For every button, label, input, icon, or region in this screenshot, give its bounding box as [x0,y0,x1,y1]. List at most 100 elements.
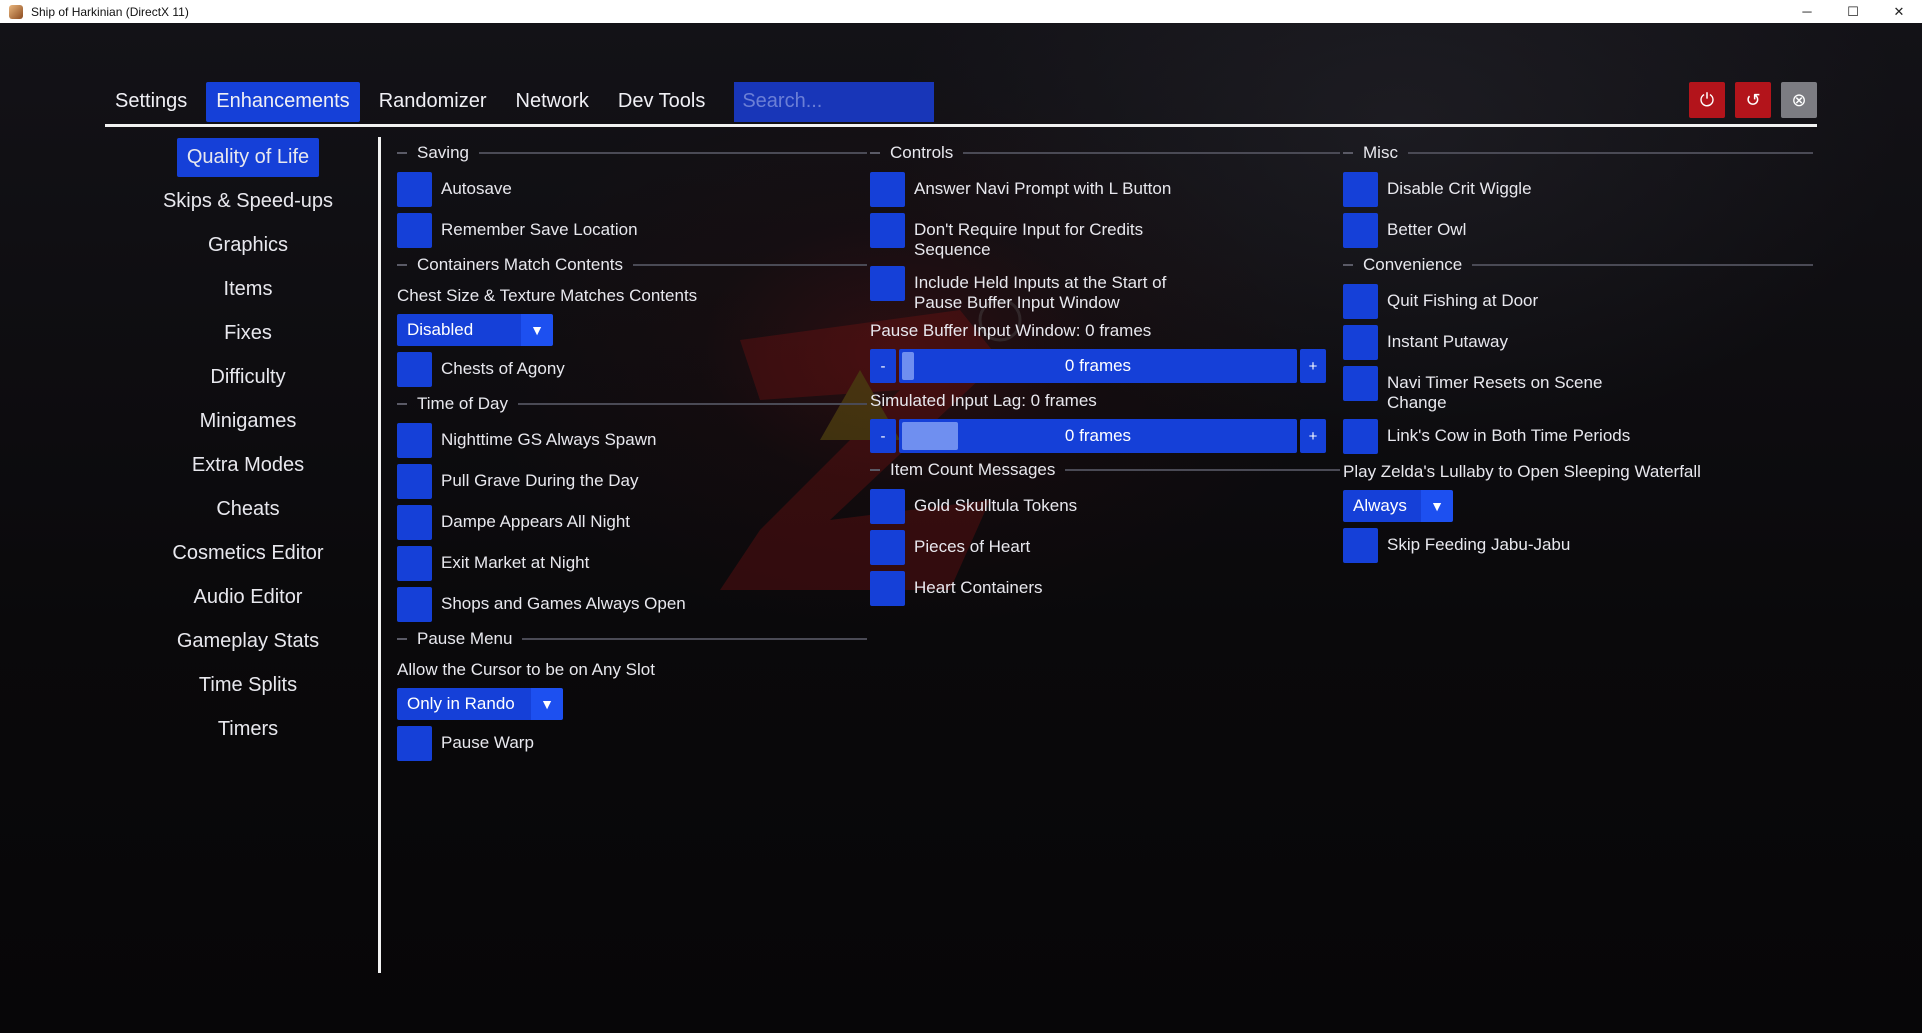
decrement-button[interactable]: - [870,419,896,453]
sidebar-item-fixes[interactable]: Fixes [148,313,348,353]
sidebar-item-skips[interactable]: Skips & Speed-ups [148,181,348,221]
pause-buffer-slider[interactable]: 0 frames [899,349,1297,383]
checkbox[interactable] [397,726,432,761]
checkbox[interactable] [397,546,432,581]
checkbox-row[interactable]: Quit Fishing at Door [1343,284,1813,319]
tab-randomizer[interactable]: Randomizer [369,82,497,122]
reset-icon[interactable]: ↺ [1735,82,1771,118]
checkbox-row[interactable]: Pause Warp [397,726,867,761]
checkbox-row[interactable]: Remember Save Location [397,213,867,248]
chest-size-label: Chest Size & Texture Matches Contents [397,286,698,305]
checkbox[interactable] [1343,213,1378,248]
sidebar-item-difficulty[interactable]: Difficulty [148,357,348,397]
sidebar-divider [378,137,381,973]
checkbox-row[interactable]: Link's Cow in Both Time Periods [1343,419,1813,454]
checkbox[interactable] [870,489,905,524]
checkbox[interactable] [1343,528,1378,563]
section-header-misc: Misc [1343,140,1813,166]
checkbox-row[interactable]: Don't Require Input for Credits Sequence [870,213,1340,260]
slider-handle[interactable] [902,422,958,450]
checkbox-row[interactable]: Gold Skulltula Tokens [870,489,1340,524]
cursor-slot-dropdown[interactable]: Only in Rando ▼ [397,688,563,720]
increment-button[interactable]: + [1300,349,1326,383]
checkbox[interactable] [397,352,432,387]
section-header-containers: Containers Match Contents [397,252,867,278]
checkbox-label: Exit Market at Night [441,553,590,572]
checkbox[interactable] [1343,366,1378,401]
checkbox[interactable] [870,266,905,301]
checkbox[interactable] [397,464,432,499]
checkbox-label: Pieces of Heart [914,537,1031,556]
checkbox-row[interactable]: Heart Containers [870,571,1340,606]
checkbox[interactable] [397,505,432,540]
slider-handle[interactable] [902,352,914,380]
sidebar-item-extra-modes[interactable]: Extra Modes [148,445,348,485]
checkbox-row[interactable]: Pull Grave During the Day [397,464,867,499]
checkbox-row[interactable]: Answer Navi Prompt with L Button [870,172,1340,207]
checkbox-row[interactable]: Better Owl [1343,213,1813,248]
sidebar-item-cosmetics-editor[interactable]: Cosmetics Editor [148,533,348,573]
sidebar-item-time-splits[interactable]: Time Splits [148,665,348,705]
checkbox[interactable] [397,172,432,207]
checkbox-label: Gold Skulltula Tokens [914,496,1078,515]
sidebar-item-quality-of-life[interactable]: Quality of Life [148,137,348,177]
tab-dev-tools[interactable]: Dev Tools [608,82,715,122]
sidebar-item-graphics[interactable]: Graphics [148,225,348,265]
checkbox-label: Autosave [441,179,512,198]
tab-enhancements[interactable]: Enhancements [206,81,360,122]
checkbox[interactable] [1343,284,1378,319]
checkbox-label: Instant Putaway [1387,332,1508,351]
section-header-time-of-day: Time of Day [397,391,867,417]
checkbox-row[interactable]: Dampe Appears All Night [397,505,867,540]
checkbox-row[interactable]: Instant Putaway [1343,325,1813,360]
sidebar-item-audio-editor[interactable]: Audio Editor [148,577,348,617]
chest-size-dropdown[interactable]: Disabled ▼ [397,314,553,346]
checkbox-label: Disable Crit Wiggle [1387,179,1532,198]
checkbox[interactable] [1343,172,1378,207]
lullaby-dropdown[interactable]: Always ▼ [1343,490,1453,522]
checkbox-label: Answer Navi Prompt with L Button [914,179,1172,198]
checkbox-row[interactable]: Chests of Agony [397,352,867,387]
checkbox[interactable] [1343,325,1378,360]
power-icon[interactable]: ⏻ [1689,82,1725,118]
maximize-button[interactable]: ☐ [1830,0,1876,23]
decrement-button[interactable]: - [870,349,896,383]
checkbox-label: Pull Grave During the Day [441,471,639,490]
checkbox[interactable] [397,587,432,622]
pause-buffer-slider-row: - 0 frames + [870,349,1340,383]
checkbox-row[interactable]: Navi Timer Resets on Scene Change [1343,366,1813,413]
sidebar-item-gameplay-stats[interactable]: Gameplay Stats [148,621,348,661]
checkbox[interactable] [870,530,905,565]
checkbox-row[interactable]: Autosave [397,172,867,207]
section-header-item-count: Item Count Messages [870,457,1340,483]
sidebar-item-timers[interactable]: Timers [148,709,348,749]
tab-settings[interactable]: Settings [105,82,197,122]
close-circle-icon[interactable]: ⊗ [1781,82,1817,118]
checkbox-label: Remember Save Location [441,220,638,239]
tab-network[interactable]: Network [506,82,599,122]
checkbox[interactable] [870,213,905,248]
checkbox[interactable] [397,423,432,458]
checkbox-row[interactable]: Disable Crit Wiggle [1343,172,1813,207]
sidebar-item-minigames[interactable]: Minigames [148,401,348,441]
search-input[interactable] [734,81,935,122]
sidebar-item-cheats[interactable]: Cheats [148,489,348,529]
checkbox[interactable] [870,172,905,207]
checkbox-row[interactable]: Pieces of Heart [870,530,1340,565]
checkbox-row[interactable]: Exit Market at Night [397,546,867,581]
checkbox[interactable] [1343,419,1378,454]
sidebar-item-items[interactable]: Items [148,269,348,309]
increment-button[interactable]: + [1300,419,1326,453]
checkbox-label: Better Owl [1387,220,1467,239]
checkbox-row[interactable]: Shops and Games Always Open [397,587,867,622]
close-button[interactable]: ✕ [1876,0,1922,23]
checkbox[interactable] [870,571,905,606]
checkbox-row[interactable]: Include Held Inputs at the Start of Paus… [870,266,1340,313]
checkbox[interactable] [397,213,432,248]
minimize-button[interactable]: ─ [1784,0,1830,23]
checkbox-row[interactable]: Nighttime GS Always Spawn [397,423,867,458]
section-header-convenience: Convenience [1343,252,1813,278]
checkbox-label: Heart Containers [914,578,1043,597]
input-lag-slider[interactable]: 0 frames [899,419,1297,453]
checkbox-row[interactable]: Skip Feeding Jabu-Jabu [1343,528,1813,563]
